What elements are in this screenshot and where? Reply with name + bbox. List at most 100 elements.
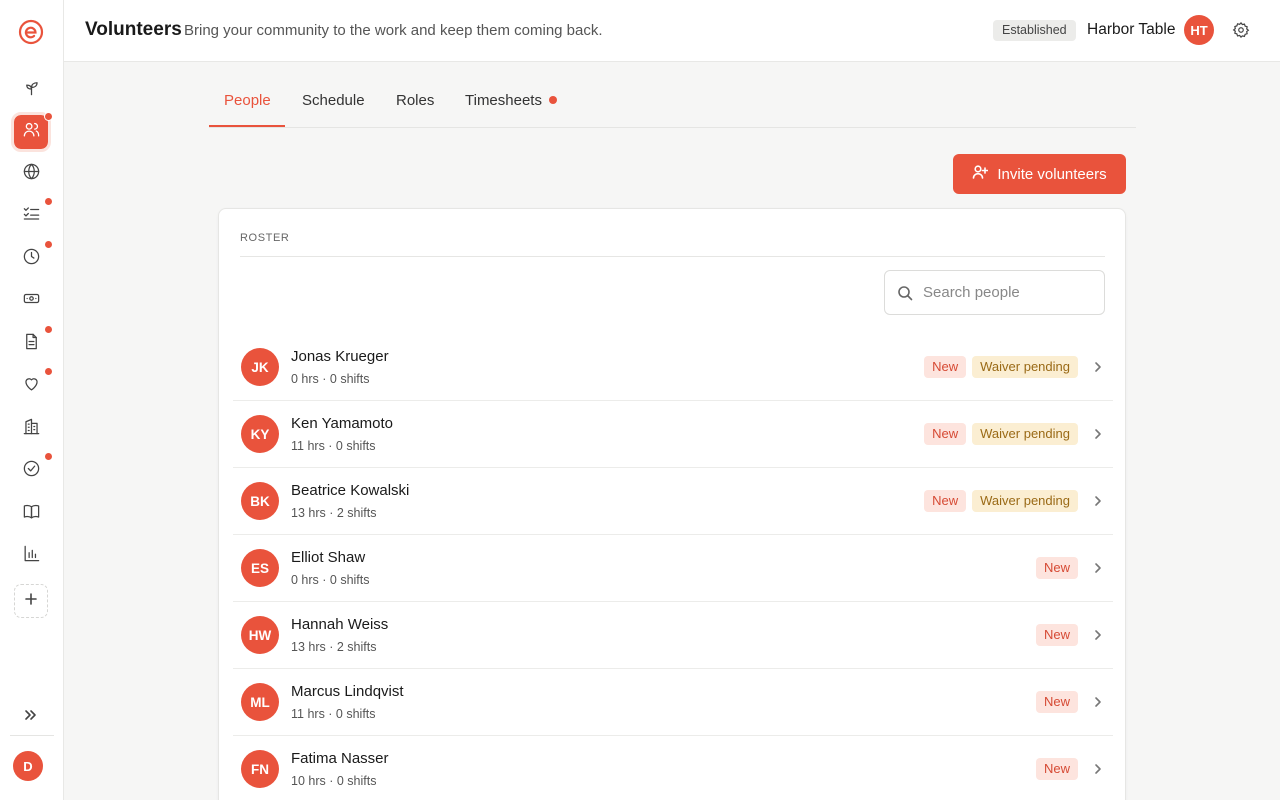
- search-box[interactable]: [884, 270, 1105, 315]
- person-avatar: ML: [241, 683, 279, 721]
- sidebar-item-globe[interactable]: [14, 157, 48, 191]
- chevron-right-icon: [1091, 494, 1105, 508]
- plus-icon: [23, 591, 39, 612]
- tab-roles[interactable]: Roles: [396, 92, 434, 126]
- sidebar-item-time[interactable]: [14, 242, 48, 276]
- person-hours-shifts: 13 hrs · 2 shifts: [291, 640, 377, 654]
- banknote-icon: [22, 289, 41, 313]
- chevron-right-icon: [1091, 628, 1105, 642]
- chevron-right-icon: [1091, 762, 1105, 776]
- chevron-right-icon: [1091, 561, 1105, 575]
- person-name: Fatima Nasser: [291, 750, 389, 767]
- user-avatar[interactable]: D: [13, 751, 43, 781]
- chevron-right-icon: [1091, 695, 1105, 709]
- globe-icon: [22, 162, 41, 186]
- sidebar-item-documents[interactable]: [14, 327, 48, 361]
- new-badge: New: [1035, 758, 1078, 780]
- sidebar-notification-dot: [44, 367, 53, 376]
- person-row[interactable]: HW Hannah Weiss 13 hrs · 2 shifts New: [233, 602, 1113, 669]
- chevron-right-icon: [1091, 360, 1105, 374]
- person-badges: New: [1035, 624, 1078, 646]
- roster-card: ROSTER JK Jonas Krueger 0 hrs · 0 shifts Ne…: [218, 208, 1126, 800]
- waiver-pending-badge: Waiver pending: [972, 356, 1078, 378]
- page-subtitle: Bring your community to the work and kee…: [184, 22, 603, 39]
- person-name: Elliot Shaw: [291, 549, 366, 566]
- page-header: Volunteers Bring your community to the w…: [64, 0, 1280, 62]
- new-badge: New: [924, 356, 967, 378]
- sidebar-item-compliance[interactable]: [14, 454, 48, 488]
- person-name: Marcus Lindqvist: [291, 683, 404, 700]
- sidebar-item-reports[interactable]: [14, 539, 48, 573]
- person-row[interactable]: JK Jonas Krueger 0 hrs · 0 shifts New Waiver…: [233, 334, 1113, 401]
- book-icon: [22, 502, 41, 526]
- tab-people[interactable]: People: [224, 92, 271, 126]
- app-logo-icon[interactable]: [18, 19, 44, 45]
- chevrons-right-icon: [22, 710, 40, 728]
- new-badge: New: [1035, 691, 1078, 713]
- check-circle-icon: [22, 459, 41, 483]
- users-icon: [22, 120, 41, 144]
- tab-timesheets[interactable]: Timesheets: [465, 92, 557, 126]
- org-name[interactable]: Harbor Table: [1087, 21, 1175, 39]
- person-hours-shifts: 11 hrs · 0 shifts: [291, 439, 376, 453]
- person-row[interactable]: ML Marcus Lindqvist 11 hrs · 0 shifts New: [233, 669, 1113, 736]
- person-name: Hannah Weiss: [291, 616, 389, 633]
- checklist-icon: [22, 204, 41, 228]
- sidebar-notification-dot: [44, 240, 53, 249]
- person-avatar: JK: [241, 348, 279, 386]
- sidebar-item-finance[interactable]: [14, 284, 48, 318]
- person-avatar: KY: [241, 415, 279, 453]
- sidebar-item-sprout[interactable]: [14, 73, 48, 107]
- person-row[interactable]: BK Beatrice Kowalski 13 hrs · 2 shifts New W…: [233, 468, 1113, 535]
- tab-notification-dot: [548, 96, 557, 105]
- person-badges: New Waiver pending: [924, 356, 1078, 378]
- tab-schedule[interactable]: Schedule: [302, 92, 365, 126]
- person-name: Jonas Krueger: [291, 348, 389, 365]
- sidebar-item-library[interactable]: [14, 497, 48, 531]
- person-badges: New Waiver pending: [924, 490, 1078, 512]
- sidebar-divider: [10, 735, 54, 736]
- heart-icon: [22, 374, 41, 398]
- user-plus-icon: [972, 164, 989, 184]
- sidebar-item-donors[interactable]: [14, 369, 48, 403]
- sprout-icon: [22, 78, 41, 102]
- person-row[interactable]: ES Elliot Shaw 0 hrs · 0 shifts New: [233, 535, 1113, 602]
- person-avatar: HW: [241, 616, 279, 654]
- person-badges: New: [1035, 691, 1078, 713]
- waiver-pending-badge: Waiver pending: [972, 423, 1078, 445]
- person-row[interactable]: FN Fatima Nasser 10 hrs · 0 shifts New: [233, 736, 1113, 800]
- document-icon: [22, 332, 41, 356]
- person-name: Beatrice Kowalski: [291, 482, 410, 499]
- new-badge: New: [924, 490, 967, 512]
- person-badges: New: [1035, 758, 1078, 780]
- search-input[interactable]: [923, 271, 1098, 314]
- org-avatar[interactable]: HT: [1184, 15, 1214, 45]
- person-row[interactable]: KY Ken Yamamoto 11 hrs · 0 shifts New Waiver…: [233, 401, 1113, 468]
- status-badge: Established: [993, 20, 1076, 41]
- building-icon: [22, 417, 41, 441]
- new-badge: New: [1035, 624, 1078, 646]
- add-module-button[interactable]: [14, 584, 48, 618]
- expand-sidebar-button[interactable]: [22, 706, 42, 726]
- settings-button[interactable]: [1232, 21, 1252, 41]
- sidebar-item-organization[interactable]: [14, 412, 48, 446]
- roster-heading: ROSTER: [240, 232, 290, 244]
- sidebar-notification-dot: [44, 325, 53, 334]
- new-badge: New: [1035, 557, 1078, 579]
- person-hours-shifts: 10 hrs · 0 shifts: [291, 774, 377, 788]
- person-hours-shifts: 0 hrs · 0 shifts: [291, 573, 370, 587]
- divider: [240, 256, 1105, 257]
- new-badge: New: [924, 423, 967, 445]
- person-hours-shifts: 13 hrs · 2 shifts: [291, 506, 377, 520]
- person-badges: New Waiver pending: [924, 423, 1078, 445]
- sidebar-item-tasks[interactable]: [14, 199, 48, 233]
- active-tab-indicator: [209, 125, 285, 127]
- invite-volunteers-button[interactable]: Invite volunteers: [953, 154, 1126, 194]
- gear-icon: [1232, 21, 1250, 43]
- sidebar-notification-dot: [44, 197, 53, 206]
- sidebar-item-volunteers[interactable]: [11, 112, 51, 152]
- clock-icon: [22, 247, 41, 271]
- tab-bar: People Schedule Roles Timesheets: [209, 80, 1136, 128]
- person-avatar: ES: [241, 549, 279, 587]
- person-name: Ken Yamamoto: [291, 415, 394, 432]
